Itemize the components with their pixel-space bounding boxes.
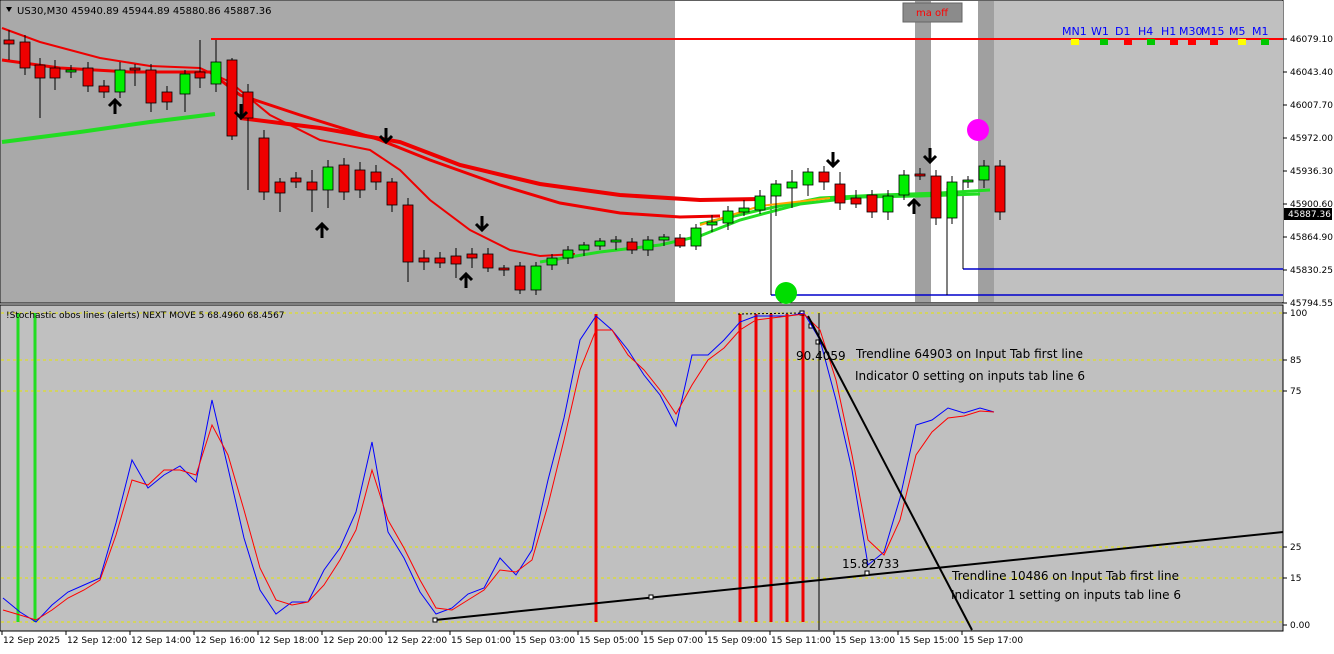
timeframe-signal-marker	[1170, 39, 1178, 45]
timeframe-label: W1	[1091, 25, 1109, 38]
timeframe-signal-marker	[1210, 39, 1218, 45]
timeframe-signal-marker	[1188, 39, 1196, 45]
timeframe-label: H1	[1161, 25, 1176, 38]
timeframe-signal-marker	[1100, 39, 1108, 45]
time-tick-label: 15 Sep 07:00	[643, 636, 703, 646]
timeframe-signal-marker	[1124, 39, 1132, 45]
session-shade-right	[994, 1, 1283, 302]
timeframe-label: H4	[1138, 25, 1153, 38]
trendline-2-note-line1: Trendline 10486 on Input Tab first line	[951, 569, 1179, 583]
price-tick-label: 46079.10	[1290, 35, 1333, 45]
timeframe-signal-marker	[1071, 39, 1079, 45]
candle[interactable]	[226, 58, 238, 140]
price-tick-label: 45864.90	[1290, 233, 1333, 243]
candle[interactable]	[946, 176, 958, 224]
peak-value-label: 90.4059	[796, 349, 846, 363]
indicator-panel[interactable]: !Stochastic obos lines (alerts) NEXT MOV…	[0, 304, 1284, 632]
chart-header-text: US30,M30 45940.89 45944.89 45880.86 4588…	[17, 6, 272, 17]
timeframe-label: M30	[1179, 25, 1203, 38]
trendline-1-note-line1: Trendline 64903 on Input Tab first line	[855, 347, 1083, 361]
time-tick-label: 15 Sep 05:00	[579, 636, 639, 646]
time-tick-label: 15 Sep 03:00	[515, 636, 575, 646]
price-tick-label: 45794.55	[1290, 299, 1333, 309]
green-signal-dot	[775, 282, 797, 304]
time-tick-label: 12 Sep 16:00	[195, 636, 255, 646]
time-tick-label: 12 Sep 22:00	[387, 636, 447, 646]
level-tick-label: 15	[1290, 574, 1301, 584]
time-tick-label: 15 Sep 15:00	[899, 636, 959, 646]
candle[interactable]	[930, 170, 942, 225]
level-tick-label: 75	[1290, 387, 1301, 397]
price-tick-label: 46043.40	[1290, 68, 1333, 78]
ma-toggle-button[interactable]: ma off	[902, 2, 963, 23]
level-tick-label: 25	[1290, 543, 1301, 553]
time-tick-label: 15 Sep 09:00	[707, 636, 767, 646]
magenta-signal-dot	[967, 119, 989, 141]
candle[interactable]	[530, 262, 542, 295]
timeframe-label: M15	[1201, 25, 1225, 38]
price-panel[interactable]: US30,M30 45940.89 45944.89 45880.86 4588…	[0, 0, 1284, 304]
indicator-title: !Stochastic obos lines (alerts) NEXT MOV…	[6, 311, 285, 321]
candle[interactable]	[514, 262, 526, 294]
candle[interactable]	[690, 224, 702, 250]
trendline-2-note-line2: Indicator 1 setting on inputs tab line 6	[951, 588, 1181, 602]
timeframe-label: D1	[1115, 25, 1130, 38]
timeframe-signal-marker	[1238, 39, 1246, 45]
level-axis: 100 85 75 25 15 0.00	[1283, 309, 1310, 631]
time-tick-label: 15 Sep 17:00	[963, 636, 1023, 646]
time-tick-label: 15 Sep 11:00	[771, 636, 831, 646]
timeframe-label: M1	[1252, 25, 1269, 38]
price-tick-label: 45972.00	[1290, 134, 1333, 144]
candle[interactable]	[258, 130, 270, 200]
price-axis: 46079.10 46043.40 46007.70 45972.00 45936.30…	[1283, 35, 1333, 309]
timeframe-signal-marker	[1261, 39, 1269, 45]
time-tick-label: 15 Sep 13:00	[835, 636, 895, 646]
chart-canvas[interactable]: US30,M30 45940.89 45944.89 45880.86 4588…	[0, 0, 1334, 651]
level-tick-label: 85	[1290, 356, 1301, 366]
trendline-handle-c[interactable]	[864, 570, 870, 576]
metatrader-chart-window[interactable]: US30,M30 45940.89 45944.89 45880.86 4588…	[0, 0, 1334, 651]
trendline-1-note-line2: Indicator 0 setting on inputs tab line 6	[855, 369, 1085, 383]
time-axis: 12 Sep 2025 12 Sep 12:00 12 Sep 14:00 12 Se…	[1, 631, 1023, 646]
time-tick-label: 12 Sep 14:00	[131, 636, 191, 646]
session-band-2	[978, 1, 994, 302]
price-tick-label: 46007.70	[1290, 101, 1333, 111]
level-tick-label: 100	[1290, 309, 1307, 319]
time-tick-label: 12 Sep 18:00	[259, 636, 319, 646]
time-tick-label: 12 Sep 20:00	[323, 636, 383, 646]
trough-value-label: 15.82733	[842, 557, 899, 571]
candle[interactable]	[994, 160, 1006, 220]
time-tick-label: 15 Sep 01:00	[451, 636, 511, 646]
current-price-label: 45887.36	[1288, 210, 1331, 220]
trendline-handle-a[interactable]	[432, 617, 438, 623]
current-price-tag: 45887.36	[1284, 208, 1332, 220]
ma-toggle-label: ma off	[916, 8, 949, 19]
price-tick-label: 45830.25	[1290, 266, 1333, 276]
time-tick-label: 12 Sep 12:00	[67, 636, 127, 646]
level-tick-label: 0.00	[1290, 621, 1310, 631]
timeframe-signal-marker	[1147, 39, 1155, 45]
timeframe-label: MN1	[1062, 25, 1087, 38]
trendline-handle-b[interactable]	[648, 594, 654, 600]
price-tick-label: 45936.30	[1290, 167, 1333, 177]
time-tick-label: 12 Sep 2025	[3, 636, 60, 646]
timeframe-label: M5	[1229, 25, 1246, 38]
